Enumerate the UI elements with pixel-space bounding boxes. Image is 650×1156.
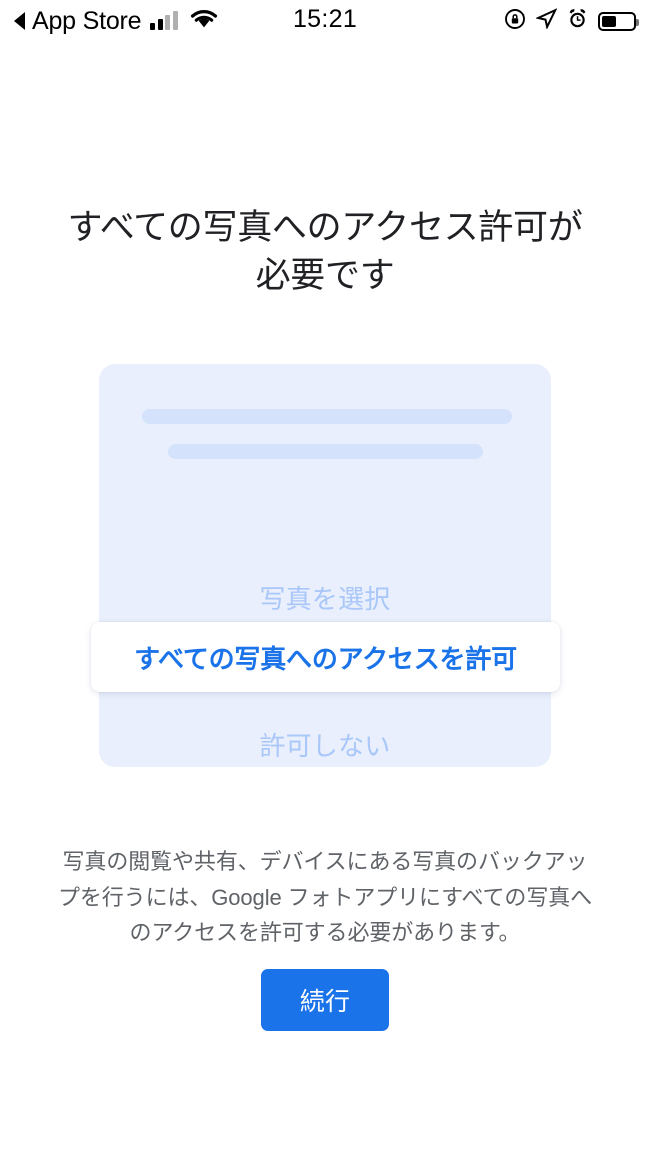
permission-illustration-card: 写真を選択 許可しない bbox=[99, 364, 551, 767]
location-arrow-icon bbox=[535, 8, 558, 34]
placeholder-bar-secondary bbox=[168, 444, 483, 459]
illustration-option-allow-all-highlight[interactable]: すべての写真へのアクセスを許可 bbox=[91, 622, 560, 692]
placeholder-bar-primary bbox=[142, 409, 512, 424]
page-title: すべての写真へのアクセス許可が必要です bbox=[67, 208, 583, 296]
alarm-clock-icon bbox=[567, 8, 588, 34]
status-bar-right-group bbox=[504, 6, 639, 36]
page-description: 写真の閲覧や共有、デバイスにある写真のバックアップを行うには、Google フォ… bbox=[57, 849, 593, 946]
illustration-option-allow-all-label: すべての写真へのアクセスを許可 bbox=[134, 643, 517, 674]
status-bar: App Store 15:21 bbox=[0, 0, 650, 44]
continue-button[interactable]: 続行 bbox=[261, 969, 389, 1031]
illustration-option-select-photos: 写真を選択 bbox=[259, 584, 391, 614]
illustration-option-deny: 許可しない bbox=[259, 731, 391, 761]
battery-icon bbox=[598, 11, 639, 31]
rotation-lock-icon bbox=[504, 8, 526, 35]
